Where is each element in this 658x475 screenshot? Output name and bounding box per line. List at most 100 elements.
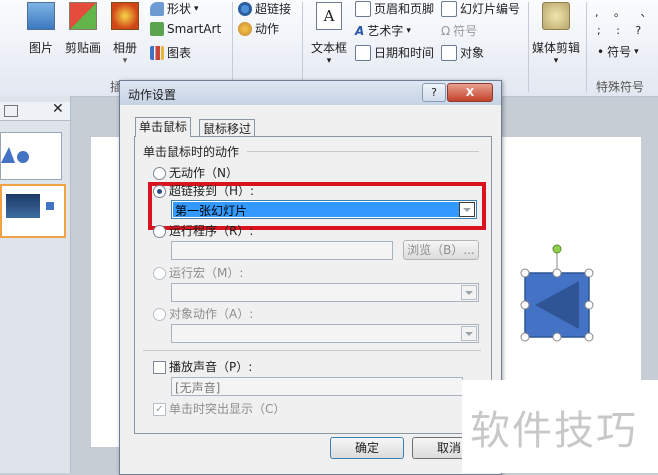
radio-object-action[interactable] [153, 308, 166, 321]
shapes-button[interactable]: 形状 ▾ [150, 0, 199, 17]
thumbnail-shape [46, 202, 54, 210]
punctuation-row-2[interactable]: ; : ? [597, 24, 647, 37]
highlight-checkbox[interactable]: ✓ [153, 403, 166, 416]
watermark-text: 软件技巧 [470, 408, 638, 454]
close-icon: X [465, 86, 475, 99]
speaker-icon [542, 2, 570, 30]
album-icon [111, 2, 139, 30]
close-button[interactable]: X [447, 83, 493, 102]
tab-panel: 单击鼠标时的动作 无动作（N） 超链接到（H）: 第一张幻灯片 运行程序（R）:… [134, 136, 492, 434]
section-divider [247, 151, 479, 152]
sound-value: [无声音] [175, 381, 221, 395]
tab-mouse-over-label: 鼠标移过 [203, 122, 252, 136]
hyperlink-button[interactable]: 超链接 [238, 0, 291, 17]
cancel-label: 取消 [436, 441, 461, 455]
picture-label: 图片 [28, 41, 53, 55]
wordart-label: 艺术字 [367, 24, 404, 38]
chart-button[interactable]: 图表 [150, 44, 191, 61]
tab-mouse-click[interactable]: 单击鼠标 [135, 117, 192, 137]
action-label: 动作 [255, 22, 280, 36]
smartart-icon [150, 22, 164, 36]
radio-run-macro[interactable] [153, 267, 166, 280]
header-footer-label: 页眉和页脚 [374, 2, 435, 16]
object-label: 对象 [460, 46, 485, 60]
slide-number-icon [441, 0, 457, 17]
close-icon[interactable]: ✕ [52, 101, 64, 117]
tab-mouse-click-label: 单击鼠标 [139, 120, 188, 134]
thumbnail-image [6, 194, 40, 218]
textbox-label: 文本框 [310, 41, 347, 55]
special-symbol-label: 符号 [607, 45, 632, 59]
radio-run-program[interactable] [153, 225, 166, 238]
action-button[interactable]: 动作 [238, 20, 279, 37]
chart-label: 图表 [167, 46, 192, 60]
media-clip-button[interactable]: 媒体剪辑 ▾ [530, 2, 582, 66]
chevron-down-icon[interactable] [461, 285, 477, 300]
browse-label: 浏览（B）... [407, 243, 475, 257]
punctuation-row-1[interactable]: , 。 、 [595, 4, 658, 20]
clipart-icon [69, 2, 97, 30]
album-label: 相册 [112, 41, 137, 55]
special-symbol-button[interactable]: • 符号 ▾ [597, 43, 639, 60]
browse-button[interactable]: 浏览（B）... [403, 240, 479, 260]
media-clip-label: 媒体剪辑 [531, 41, 580, 55]
omega-symbol-label: 符号 [453, 24, 478, 38]
object-button[interactable]: 对象 [441, 44, 484, 61]
thumbnail-shapes [1, 147, 29, 163]
action-settings-dialog: 动作设置 ? X 单击鼠标 鼠标移过 单击鼠标时的动作 无动作（N） 超链接到（… [119, 80, 502, 475]
smartart-label: SmartArt [167, 22, 222, 36]
ok-button[interactable]: 确定 [330, 437, 404, 459]
dialog-titlebar[interactable]: 动作设置 ? X [120, 81, 501, 105]
chevron-down-icon: ▾ [634, 46, 639, 57]
chevron-down-icon: ▾ [194, 3, 199, 14]
separator [143, 350, 481, 351]
action-icon [238, 21, 252, 36]
chevron-down-icon[interactable] [459, 202, 475, 217]
smartart-button[interactable]: SmartArt [150, 22, 221, 36]
divider [528, 2, 529, 92]
outline-tab-icon[interactable] [4, 105, 18, 117]
play-sound-checkbox[interactable] [153, 361, 166, 374]
object-action-select[interactable] [171, 324, 479, 343]
play-sound-label: 播放声音（P）: [169, 360, 253, 374]
object-action-label: 对象动作（A）: [169, 307, 254, 321]
divider [586, 2, 587, 92]
run-macro-label: 运行宏（M）: [169, 266, 244, 280]
link-icon [238, 1, 252, 16]
textbox-icon: A [316, 2, 342, 30]
shapes-icon [150, 1, 164, 16]
help-icon: ? [431, 86, 437, 99]
wordart-button[interactable]: A 艺术字 ▾ [355, 22, 411, 39]
slide-number-label: 幻灯片编号 [460, 2, 521, 16]
chart-icon [150, 45, 164, 60]
dialog-title: 动作设置 [128, 88, 177, 102]
no-action-label: 无动作（N） [169, 166, 238, 180]
run-program-field[interactable] [171, 241, 393, 260]
pane-tabs: ✕ [0, 101, 70, 121]
divider [302, 2, 303, 92]
album-button[interactable]: 相册 ▾ [108, 2, 142, 66]
textbox-button[interactable]: A 文本框 ▾ [308, 2, 350, 66]
special-group-label: 特殊符号 [596, 80, 645, 94]
run-macro-select[interactable] [171, 283, 479, 302]
action-button-shape[interactable] [511, 241, 601, 345]
sound-select[interactable]: [无声音] [171, 377, 463, 396]
slide-number-button[interactable]: 幻灯片编号 [441, 0, 520, 17]
slide-thumbnail-2[interactable] [0, 184, 66, 238]
omega-symbol-button[interactable]: Ω 符号 [441, 22, 477, 39]
slide-thumbnail-1[interactable] [0, 132, 62, 180]
datetime-button[interactable]: 日期和时间 [355, 44, 434, 61]
hyperlink-select[interactable]: 第一张幻灯片 [171, 200, 477, 219]
chevron-down-icon[interactable] [461, 326, 477, 341]
calendar-icon [355, 44, 371, 61]
picture-icon [27, 2, 55, 30]
radio-hyperlink[interactable] [153, 185, 166, 198]
header-footer-button[interactable]: 页眉和页脚 [355, 0, 434, 17]
wordart-icon: A [355, 23, 365, 38]
picture-button[interactable]: 图片 [24, 2, 58, 56]
radio-no-action[interactable] [153, 167, 166, 180]
header-footer-icon [355, 0, 371, 17]
help-button[interactable]: ? [422, 83, 446, 102]
clipart-button[interactable]: 剪贴画 [62, 2, 104, 56]
shapes-label: 形状 [167, 2, 192, 16]
